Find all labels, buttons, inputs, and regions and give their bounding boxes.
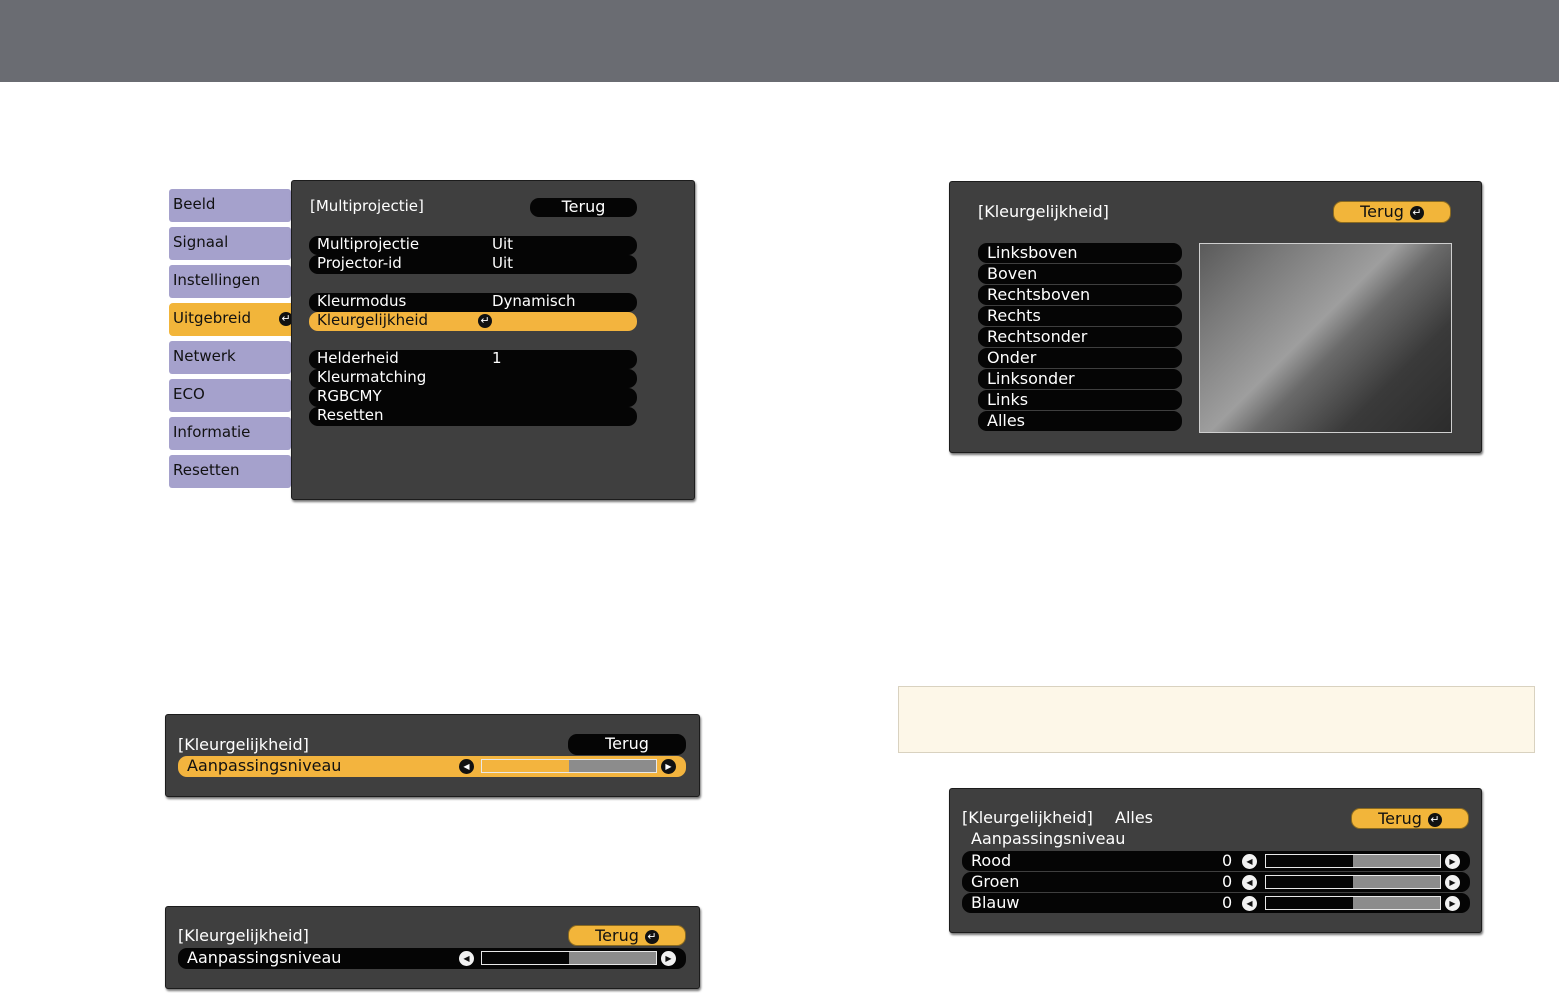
- enter-icon: ↵: [1409, 205, 1424, 220]
- row-label: Resetten: [317, 406, 384, 424]
- tab-label: Netwerk: [173, 347, 236, 365]
- slider-fill: [1266, 876, 1353, 888]
- back-button[interactable]: Terug: [530, 198, 637, 217]
- area-item-label: Rechts: [987, 306, 1041, 325]
- slider-fill: [482, 952, 569, 964]
- tab-label: Resetten: [173, 461, 240, 479]
- rgb-row-value: 0: [1222, 851, 1233, 870]
- slider-fill: [1266, 897, 1353, 909]
- row-label: Kleurgelijkheid: [317, 311, 429, 329]
- enter-icon: ↵: [1427, 812, 1442, 827]
- row-label: Multiprojectie: [317, 235, 420, 253]
- back-label: Terug: [1360, 202, 1404, 221]
- level-slider[interactable]: [481, 951, 657, 965]
- rgb-slider[interactable]: [1265, 854, 1441, 868]
- area-item-label: Rechtsboven: [987, 285, 1091, 304]
- tab-uitgebreid[interactable]: Uitgebreid ↵: [169, 303, 299, 336]
- panel-subtitle: Aanpassingsniveau: [971, 829, 1126, 848]
- level-label: Aanpassingsniveau: [187, 948, 342, 967]
- arrow-left-icon[interactable]: ◀: [1242, 854, 1257, 869]
- tab-signaal[interactable]: Signaal: [169, 227, 291, 260]
- back-button[interactable]: Terug ↵: [568, 925, 686, 946]
- rgb-row-label: Groen: [971, 872, 1020, 891]
- arrow-left-icon[interactable]: ◀: [459, 951, 474, 966]
- menu-title: [Multiprojectie]: [310, 197, 424, 215]
- row-label: Kleurmodus: [317, 292, 407, 310]
- note-box: [898, 686, 1535, 753]
- area-item-label: Links: [987, 390, 1029, 409]
- back-button[interactable]: Terug ↵: [1333, 201, 1451, 223]
- tab-label: Instellingen: [173, 271, 261, 289]
- area-item-label: Onder: [987, 348, 1037, 367]
- row-label: Helderheid: [317, 349, 399, 367]
- arrow-left-icon[interactable]: ◀: [1242, 875, 1257, 890]
- tab-label: ECO: [173, 385, 205, 403]
- back-label: Terug: [605, 734, 649, 753]
- row-label: RGBCMY: [317, 387, 382, 405]
- row-value: Uit: [492, 254, 514, 272]
- menu-panel: [Multiprojectie] Terug Multiprojectie Ui…: [291, 180, 695, 500]
- level-panel-b: [Kleurgelijkheid] Terug ↵ Aanpassingsnive…: [165, 906, 700, 989]
- enter-icon: ↵: [478, 314, 492, 328]
- panel-title: [Kleurgelijkheid]: [962, 808, 1093, 827]
- area-menu-title: [Kleurgelijkheid]: [978, 202, 1109, 221]
- back-label: Terug: [1378, 809, 1422, 828]
- row-value: Dynamisch: [492, 292, 576, 310]
- arrow-right-icon[interactable]: ▶: [1445, 875, 1460, 890]
- arrow-right-icon[interactable]: ▶: [1445, 896, 1460, 911]
- tab-instellingen[interactable]: Instellingen: [169, 265, 291, 298]
- row-label: Projector-id: [317, 254, 402, 272]
- area-item-label: Boven: [987, 264, 1038, 283]
- row-value: 1: [492, 349, 502, 367]
- rgb-row-label: Blauw: [971, 893, 1020, 912]
- area-item-label: Alles: [987, 411, 1026, 430]
- area-menu-panel: [Kleurgelijkheid] Terug ↵ Linksboven Bove…: [949, 181, 1482, 453]
- back-label: Terug: [561, 197, 606, 216]
- rgb-row-label: Rood: [971, 851, 1012, 870]
- level-slider[interactable]: [481, 759, 657, 773]
- panel-title: [Kleurgelijkheid]: [178, 926, 309, 945]
- tab-netwerk[interactable]: Netwerk: [169, 341, 291, 374]
- row-value: Uit: [492, 235, 514, 253]
- area-item-label: Linksonder: [987, 369, 1075, 388]
- selected-area: Alles: [1115, 808, 1154, 827]
- rgb-panel: [Kleurgelijkheid] Alles Terug ↵ Aanpassin…: [949, 788, 1482, 933]
- tab-informatie[interactable]: Informatie: [169, 417, 291, 450]
- tab-beeld[interactable]: Beeld: [169, 189, 291, 222]
- enter-icon: ↵: [644, 929, 659, 944]
- tab-label: Uitgebreid: [173, 309, 252, 327]
- area-item-label: Linksboven: [987, 243, 1078, 262]
- rgb-slider[interactable]: [1265, 875, 1441, 889]
- back-label: Terug: [595, 926, 639, 945]
- arrow-right-icon[interactable]: ▶: [661, 951, 676, 966]
- rgb-row-value: 0: [1222, 893, 1233, 912]
- level-panel-a: [Kleurgelijkheid] Terug Aanpassingsnivea…: [165, 714, 700, 797]
- slider-fill: [482, 760, 569, 772]
- panel-title: [Kleurgelijkheid]: [178, 735, 309, 754]
- row-label: Kleurmatching: [317, 368, 427, 386]
- arrow-right-icon[interactable]: ▶: [1445, 854, 1460, 869]
- tab-label: Beeld: [173, 195, 216, 213]
- area-item-label: Rechtsonder: [987, 327, 1088, 346]
- level-label: Aanpassingsniveau: [187, 756, 342, 775]
- arrow-right-icon[interactable]: ▶: [661, 759, 676, 774]
- page-header-bar: [0, 0, 1559, 82]
- tab-label: Informatie: [173, 423, 251, 441]
- area-preview-image: [1199, 243, 1452, 433]
- rgb-slider[interactable]: [1265, 896, 1441, 910]
- tab-label: Signaal: [173, 233, 229, 251]
- tab-resetten[interactable]: Resetten: [169, 455, 291, 488]
- rgb-row-value: 0: [1222, 872, 1233, 891]
- slider-fill: [1266, 855, 1353, 867]
- arrow-left-icon[interactable]: ◀: [459, 759, 474, 774]
- back-button[interactable]: Terug: [568, 734, 686, 755]
- arrow-left-icon[interactable]: ◀: [1242, 896, 1257, 911]
- tab-eco[interactable]: ECO: [169, 379, 291, 412]
- back-button[interactable]: Terug ↵: [1351, 808, 1469, 829]
